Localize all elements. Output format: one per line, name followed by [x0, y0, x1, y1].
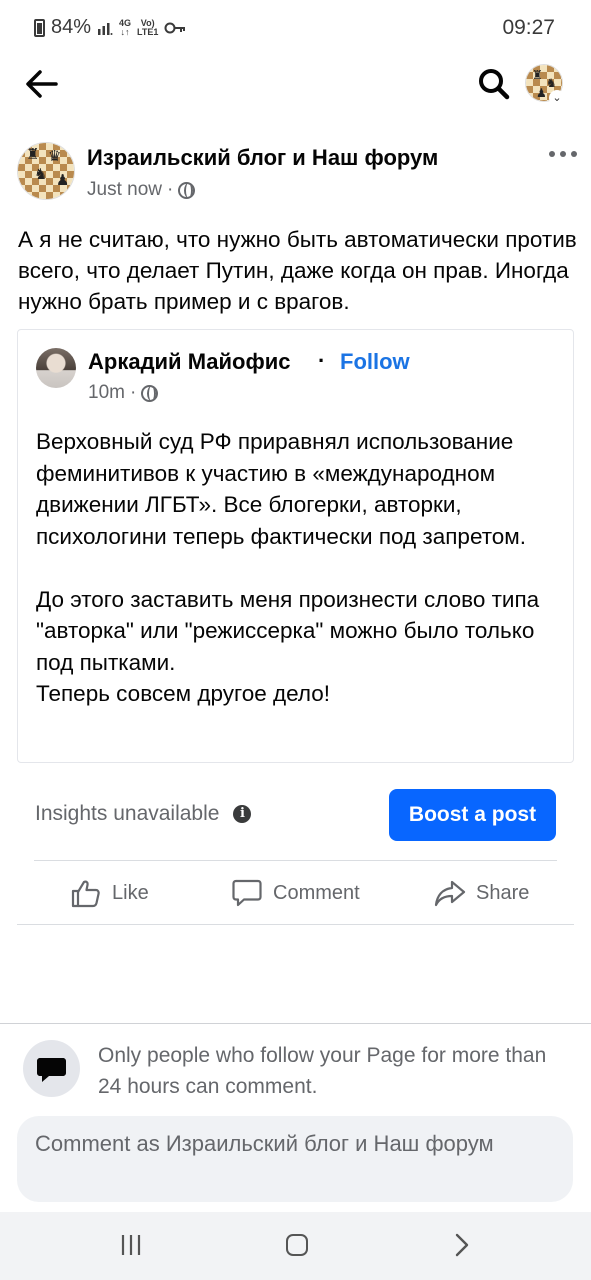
post-time[interactable]: Just now [87, 179, 162, 201]
like-label: Like [112, 881, 149, 904]
clock: 09:27 [502, 16, 555, 39]
section-separator [0, 1023, 591, 1024]
home-icon[interactable] [286, 1234, 308, 1256]
shared-text: Верховный суд РФ приравнял использование… [36, 426, 556, 710]
arrow-left-icon [26, 70, 58, 98]
shared-paragraph: До этого заставить меня произнести слово… [36, 586, 540, 707]
status-left: 84% 4G ↓↑ Vo) LTE1 [34, 16, 186, 39]
share-button[interactable]: Share [434, 875, 529, 911]
like-button[interactable]: Like [70, 875, 149, 911]
chessboard-image: ♜ ♛ ♞ ♟ [18, 143, 74, 199]
system-nav-bar [0, 1212, 591, 1280]
system-back-icon[interactable] [452, 1232, 472, 1258]
share-icon [434, 880, 466, 907]
shared-meta: 10m · [88, 382, 159, 404]
more-options-button[interactable] [545, 142, 581, 166]
page-avatar[interactable]: ♜ ♛ ♞ ♟ [17, 142, 75, 200]
boost-post-button[interactable]: Boost a post [389, 789, 556, 841]
shared-paragraph: Верховный суд РФ приравнял использование… [36, 429, 526, 549]
volte-indicator: Vo) LTE1 [137, 17, 159, 37]
comment-notice: Only people who follow your Page for mor… [98, 1044, 547, 1098]
globe-icon [178, 181, 196, 199]
chevron-down-icon[interactable]: ⌄ [549, 90, 565, 106]
search-button[interactable] [474, 64, 514, 104]
author-separator: · [318, 348, 326, 373]
thumbs-up-icon [71, 880, 100, 908]
speech-bubble-icon [37, 1058, 66, 1082]
comment-button[interactable]: Comment [231, 875, 360, 911]
meta-separator: · [129, 382, 137, 403]
signal-icon [98, 22, 113, 35]
follow-button[interactable]: Follow [340, 349, 410, 375]
shared-author[interactable]: Аркадий Майофис [88, 349, 291, 375]
comment-notice-icon-wrap [23, 1040, 80, 1097]
back-button[interactable] [22, 64, 62, 104]
comment-icon [232, 879, 262, 907]
more-dots-icon [549, 151, 577, 157]
share-label: Share [476, 881, 530, 904]
shared-post-card[interactable]: Аркадий Майофис · Follow 10m · Верховный… [17, 329, 574, 763]
post-meta: Just now · [87, 179, 196, 201]
info-icon[interactable]: i [233, 805, 252, 823]
battery-icon [34, 18, 45, 37]
top-nav: ♜ ♞ ♟ ⌄ [0, 56, 591, 112]
shared-author-avatar[interactable] [36, 348, 76, 388]
divider [34, 860, 557, 861]
divider [17, 924, 574, 925]
insights-row: Insights unavailable i [35, 802, 252, 826]
key-icon [164, 22, 186, 33]
search-icon [479, 69, 510, 100]
meta-separator: · [166, 179, 174, 200]
battery-level: 84% [51, 16, 92, 38]
globe-icon [141, 384, 159, 402]
status-bar: 84% 4G ↓↑ Vo) LTE1 09:27 [0, 0, 591, 56]
insights-label: Insights unavailable [35, 802, 220, 825]
recent-apps-icon[interactable] [118, 1232, 144, 1258]
comment-input[interactable]: Comment as Израильский блог и Наш форум [17, 1116, 573, 1202]
network-type: 4G ↓↑ [119, 17, 132, 37]
shared-time[interactable]: 10m [88, 382, 125, 404]
post-author[interactable]: Израильский блог и Наш форум [87, 145, 438, 171]
post-text: А я не считаю, что нужно быть автоматиче… [18, 227, 577, 314]
comment-label: Comment [273, 881, 360, 904]
